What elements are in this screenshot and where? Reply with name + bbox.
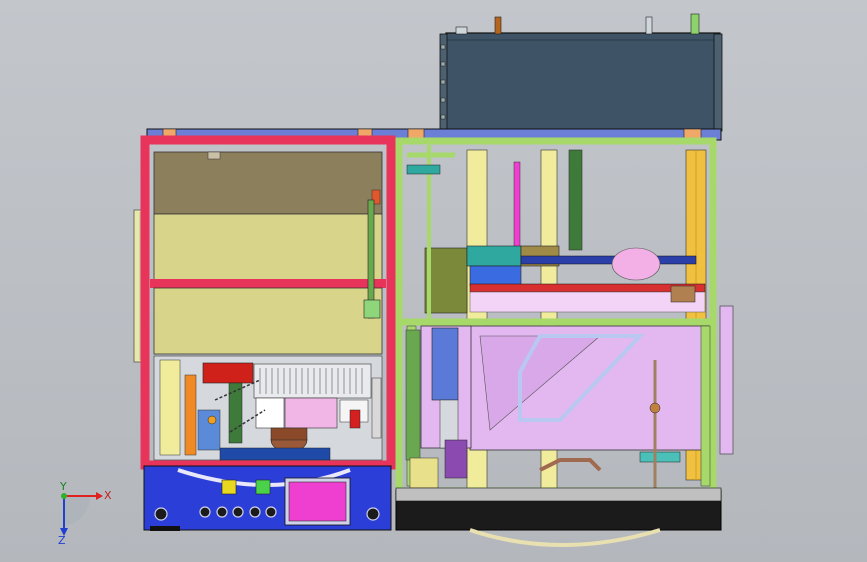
x-axis-label: X — [104, 489, 112, 502]
right-module — [395, 137, 734, 547]
left-module — [133, 135, 396, 470]
coordinate-axes-icon: X Y Z — [58, 480, 112, 547]
z-axis-label: Z — [58, 534, 66, 547]
y-axis-label: Y — [59, 480, 67, 493]
cad-assembly-view: X Y Z — [58, 13, 734, 547]
blue-control-panel — [143, 465, 392, 531]
top-enclosure — [439, 13, 723, 133]
